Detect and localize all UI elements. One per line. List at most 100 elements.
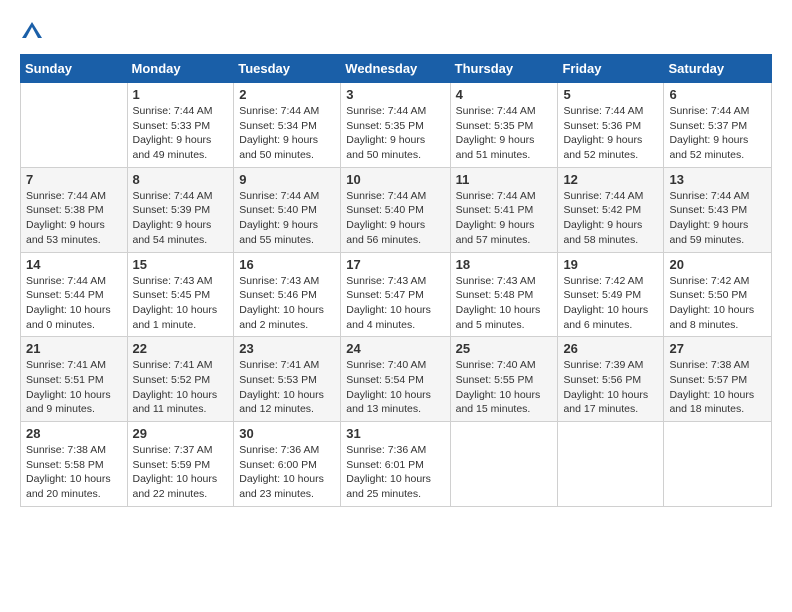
daylight-text: Daylight: 10 hours and 25 minutes.	[346, 473, 431, 500]
day-number: 17	[346, 257, 444, 272]
sunset-text: Sunset: 5:45 PM	[133, 289, 211, 301]
calendar-cell: 13 Sunrise: 7:44 AM Sunset: 5:43 PM Dayl…	[664, 167, 772, 252]
sunrise-text: Sunrise: 7:42 AM	[669, 275, 749, 287]
day-info: Sunrise: 7:44 AM Sunset: 5:38 PM Dayligh…	[26, 189, 122, 248]
weekday-header: Wednesday	[341, 55, 450, 83]
day-info: Sunrise: 7:44 AM Sunset: 5:42 PM Dayligh…	[563, 189, 658, 248]
day-number: 3	[346, 87, 444, 102]
day-number: 13	[669, 172, 766, 187]
day-number: 8	[133, 172, 229, 187]
daylight-text: Daylight: 9 hours and 50 minutes.	[239, 134, 318, 161]
day-info: Sunrise: 7:44 AM Sunset: 5:41 PM Dayligh…	[456, 189, 553, 248]
day-info: Sunrise: 7:44 AM Sunset: 5:36 PM Dayligh…	[563, 104, 658, 163]
sunset-text: Sunset: 5:35 PM	[346, 120, 424, 132]
sunset-text: Sunset: 5:40 PM	[239, 204, 317, 216]
daylight-text: Daylight: 9 hours and 57 minutes.	[456, 219, 535, 246]
weekday-header: Saturday	[664, 55, 772, 83]
sunrise-text: Sunrise: 7:44 AM	[563, 105, 643, 117]
sunrise-text: Sunrise: 7:40 AM	[456, 359, 536, 371]
daylight-text: Daylight: 9 hours and 58 minutes.	[563, 219, 642, 246]
daylight-text: Daylight: 10 hours and 9 minutes.	[26, 389, 111, 416]
day-number: 22	[133, 341, 229, 356]
day-number: 2	[239, 87, 335, 102]
daylight-text: Daylight: 10 hours and 2 minutes.	[239, 304, 324, 331]
day-info: Sunrise: 7:36 AM Sunset: 6:00 PM Dayligh…	[239, 443, 335, 502]
sunrise-text: Sunrise: 7:42 AM	[563, 275, 643, 287]
sunset-text: Sunset: 5:51 PM	[26, 374, 104, 386]
day-number: 28	[26, 426, 122, 441]
sunset-text: Sunset: 5:42 PM	[563, 204, 641, 216]
day-info: Sunrise: 7:41 AM Sunset: 5:51 PM Dayligh…	[26, 358, 122, 417]
day-number: 15	[133, 257, 229, 272]
day-number: 10	[346, 172, 444, 187]
sunset-text: Sunset: 5:44 PM	[26, 289, 104, 301]
sunset-text: Sunset: 5:56 PM	[563, 374, 641, 386]
sunset-text: Sunset: 5:36 PM	[563, 120, 641, 132]
calendar-cell: 20 Sunrise: 7:42 AM Sunset: 5:50 PM Dayl…	[664, 252, 772, 337]
calendar-cell: 15 Sunrise: 7:43 AM Sunset: 5:45 PM Dayl…	[127, 252, 234, 337]
calendar-cell: 16 Sunrise: 7:43 AM Sunset: 5:46 PM Dayl…	[234, 252, 341, 337]
sunrise-text: Sunrise: 7:44 AM	[133, 105, 213, 117]
calendar-cell: 11 Sunrise: 7:44 AM Sunset: 5:41 PM Dayl…	[450, 167, 558, 252]
day-info: Sunrise: 7:44 AM Sunset: 5:35 PM Dayligh…	[346, 104, 444, 163]
calendar-cell: 10 Sunrise: 7:44 AM Sunset: 5:40 PM Dayl…	[341, 167, 450, 252]
day-info: Sunrise: 7:42 AM Sunset: 5:50 PM Dayligh…	[669, 274, 766, 333]
daylight-text: Daylight: 10 hours and 8 minutes.	[669, 304, 754, 331]
sunset-text: Sunset: 5:43 PM	[669, 204, 747, 216]
daylight-text: Daylight: 9 hours and 52 minutes.	[563, 134, 642, 161]
sunset-text: Sunset: 5:41 PM	[456, 204, 534, 216]
day-info: Sunrise: 7:44 AM Sunset: 5:34 PM Dayligh…	[239, 104, 335, 163]
day-info: Sunrise: 7:43 AM Sunset: 5:48 PM Dayligh…	[456, 274, 553, 333]
calendar-cell: 14 Sunrise: 7:44 AM Sunset: 5:44 PM Dayl…	[21, 252, 128, 337]
sunset-text: Sunset: 5:48 PM	[456, 289, 534, 301]
logo-icon	[20, 20, 44, 44]
calendar-cell: 23 Sunrise: 7:41 AM Sunset: 5:53 PM Dayl…	[234, 337, 341, 422]
sunrise-text: Sunrise: 7:41 AM	[26, 359, 106, 371]
calendar-cell	[450, 422, 558, 507]
day-number: 11	[456, 172, 553, 187]
day-number: 21	[26, 341, 122, 356]
daylight-text: Daylight: 9 hours and 54 minutes.	[133, 219, 212, 246]
calendar-cell: 17 Sunrise: 7:43 AM Sunset: 5:47 PM Dayl…	[341, 252, 450, 337]
day-info: Sunrise: 7:41 AM Sunset: 5:53 PM Dayligh…	[239, 358, 335, 417]
sunset-text: Sunset: 5:37 PM	[669, 120, 747, 132]
sunrise-text: Sunrise: 7:36 AM	[239, 444, 319, 456]
day-info: Sunrise: 7:38 AM Sunset: 5:57 PM Dayligh…	[669, 358, 766, 417]
day-number: 5	[563, 87, 658, 102]
day-info: Sunrise: 7:43 AM Sunset: 5:47 PM Dayligh…	[346, 274, 444, 333]
calendar-cell: 25 Sunrise: 7:40 AM Sunset: 5:55 PM Dayl…	[450, 337, 558, 422]
sunrise-text: Sunrise: 7:43 AM	[133, 275, 213, 287]
sunrise-text: Sunrise: 7:44 AM	[346, 190, 426, 202]
daylight-text: Daylight: 10 hours and 1 minute.	[133, 304, 218, 331]
calendar-week-row: 28 Sunrise: 7:38 AM Sunset: 5:58 PM Dayl…	[21, 422, 772, 507]
daylight-text: Daylight: 9 hours and 59 minutes.	[669, 219, 748, 246]
day-info: Sunrise: 7:39 AM Sunset: 5:56 PM Dayligh…	[563, 358, 658, 417]
weekday-header-row: SundayMondayTuesdayWednesdayThursdayFrid…	[21, 55, 772, 83]
sunset-text: Sunset: 5:35 PM	[456, 120, 534, 132]
calendar-cell: 2 Sunrise: 7:44 AM Sunset: 5:34 PM Dayli…	[234, 83, 341, 168]
weekday-header: Thursday	[450, 55, 558, 83]
calendar-cell: 4 Sunrise: 7:44 AM Sunset: 5:35 PM Dayli…	[450, 83, 558, 168]
sunset-text: Sunset: 6:01 PM	[346, 459, 424, 471]
day-info: Sunrise: 7:41 AM Sunset: 5:52 PM Dayligh…	[133, 358, 229, 417]
day-info: Sunrise: 7:40 AM Sunset: 5:55 PM Dayligh…	[456, 358, 553, 417]
day-number: 6	[669, 87, 766, 102]
sunset-text: Sunset: 5:39 PM	[133, 204, 211, 216]
calendar-table: SundayMondayTuesdayWednesdayThursdayFrid…	[20, 54, 772, 507]
daylight-text: Daylight: 10 hours and 22 minutes.	[133, 473, 218, 500]
daylight-text: Daylight: 10 hours and 11 minutes.	[133, 389, 218, 416]
calendar-cell: 19 Sunrise: 7:42 AM Sunset: 5:49 PM Dayl…	[558, 252, 664, 337]
daylight-text: Daylight: 10 hours and 4 minutes.	[346, 304, 431, 331]
daylight-text: Daylight: 10 hours and 17 minutes.	[563, 389, 648, 416]
sunrise-text: Sunrise: 7:43 AM	[456, 275, 536, 287]
sunrise-text: Sunrise: 7:38 AM	[669, 359, 749, 371]
sunset-text: Sunset: 5:59 PM	[133, 459, 211, 471]
calendar-week-row: 1 Sunrise: 7:44 AM Sunset: 5:33 PM Dayli…	[21, 83, 772, 168]
daylight-text: Daylight: 10 hours and 20 minutes.	[26, 473, 111, 500]
weekday-header: Tuesday	[234, 55, 341, 83]
sunset-text: Sunset: 5:49 PM	[563, 289, 641, 301]
sunrise-text: Sunrise: 7:43 AM	[239, 275, 319, 287]
sunrise-text: Sunrise: 7:44 AM	[456, 190, 536, 202]
daylight-text: Daylight: 10 hours and 6 minutes.	[563, 304, 648, 331]
calendar-cell: 3 Sunrise: 7:44 AM Sunset: 5:35 PM Dayli…	[341, 83, 450, 168]
